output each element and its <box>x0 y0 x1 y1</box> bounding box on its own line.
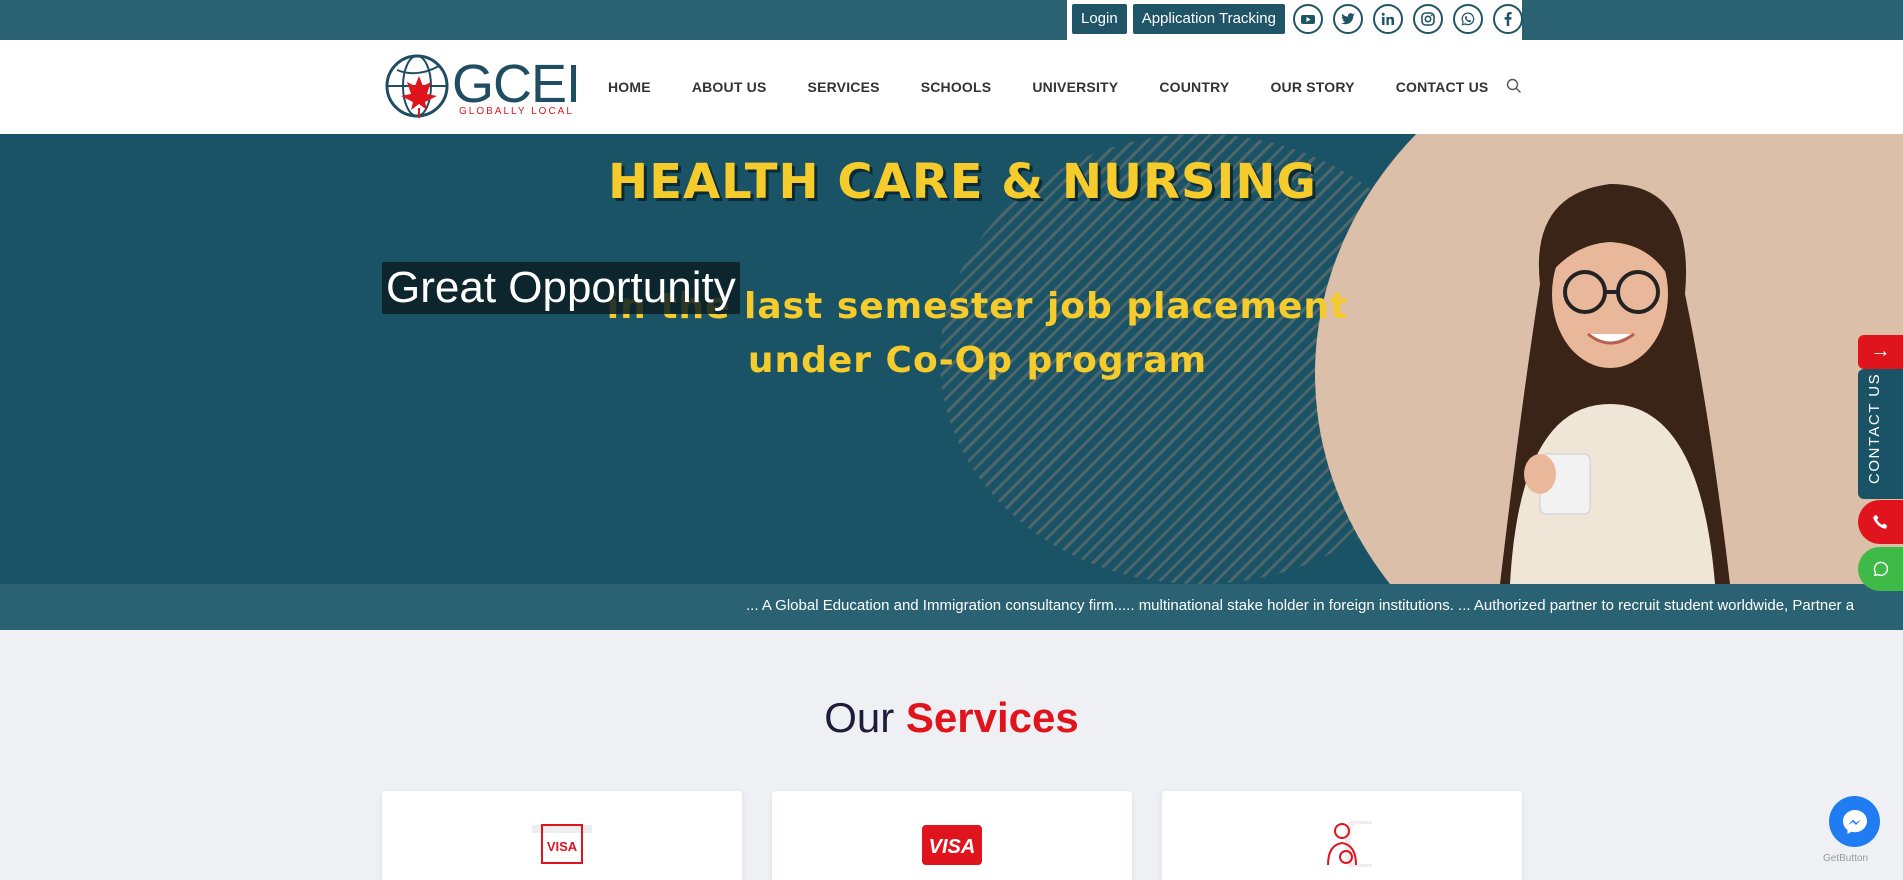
top-actions: Login Application Tracking <box>1072 4 1523 34</box>
nav-schools[interactable]: SCHOOLS <box>921 79 992 95</box>
globe-maple-leaf-icon <box>385 54 449 118</box>
marquee-ticker: ... A Global Education and Immigration c… <box>0 584 1903 630</box>
youtube-icon[interactable] <box>1292 4 1323 34</box>
facebook-icon[interactable] <box>1492 4 1523 34</box>
messenger-icon <box>1842 809 1867 834</box>
services-heading: Our Services <box>0 694 1903 742</box>
service-card-2[interactable]: VISA <box>772 791 1132 880</box>
nav-country[interactable]: COUNTRY <box>1159 79 1229 95</box>
nav-home[interactable]: HOME <box>608 79 651 95</box>
whatsapp-icon[interactable] <box>1452 4 1483 34</box>
float-toggle-arrow[interactable]: → <box>1858 335 1903 369</box>
service-card-1[interactable]: VISA <box>382 791 742 880</box>
application-tracking-button[interactable]: Application Tracking <box>1132 4 1285 34</box>
float-contact-label: CONTACT US <box>1866 372 1883 484</box>
login-button[interactable]: Login <box>1072 4 1127 34</box>
services-heading-prefix: Our <box>824 694 895 741</box>
finance-person-icon <box>1327 821 1372 867</box>
main-nav: HOME ABOUT US SERVICES SCHOOLS UNIVERSIT… <box>608 40 1529 134</box>
service-card-3[interactable] <box>1162 791 1522 880</box>
float-contact-us-tab[interactable]: CONTACT US <box>1858 369 1903 499</box>
nav-our-story[interactable]: OUR STORY <box>1270 79 1354 95</box>
logo-wordmark: GCEI <box>452 54 581 114</box>
float-phone-button[interactable] <box>1858 500 1903 544</box>
svg-text:VISA: VISA <box>547 839 578 854</box>
getbutton-text: GetButton <box>1823 853 1869 864</box>
svg-text:VISA: VISA <box>929 836 976 858</box>
nav-contact-us[interactable]: CONTACT US <box>1396 79 1489 95</box>
linkedin-icon[interactable] <box>1372 4 1403 34</box>
hero-title: HEALTH CARE & NURSING <box>608 154 1317 210</box>
logo[interactable]: GCEI GLOBALLY LOCAL <box>385 54 581 120</box>
hero-banner[interactable]: HEALTH CARE & NURSING in the last semest… <box>0 134 1903 584</box>
top-bar <box>0 0 1903 40</box>
nav-services[interactable]: SERVICES <box>808 79 880 95</box>
social-links <box>1292 4 1523 34</box>
messenger-chat-button[interactable] <box>1829 796 1880 847</box>
hero-subtitle-line-2: under Co-Op program <box>747 340 1208 381</box>
hero-woman-image <box>1500 184 1730 584</box>
instagram-icon[interactable] <box>1412 4 1443 34</box>
services-heading-highlight: Services <box>905 694 1079 741</box>
search-icon[interactable] <box>1506 78 1522 94</box>
phone-icon <box>1872 514 1887 529</box>
nav-about-us[interactable]: ABOUT US <box>692 79 767 95</box>
nav-university[interactable]: UNIVERSITY <box>1032 79 1118 95</box>
main-navbar: GCEI GLOBALLY LOCAL HOME ABOUT US SERVIC… <box>0 40 1903 134</box>
visa-stamp-icon: VISA <box>532 824 592 864</box>
whatsapp-icon <box>1873 561 1888 577</box>
twitter-icon[interactable] <box>1332 4 1363 34</box>
ticker-text: ... A Global Education and Immigration c… <box>746 597 1855 614</box>
logo-tagline: GLOBALLY LOCAL <box>459 106 574 117</box>
float-whatsapp-button[interactable] <box>1858 547 1903 591</box>
hero-caption: Great Opportunity <box>382 262 740 314</box>
getbutton-credit[interactable]: GetButton <box>1823 853 1868 864</box>
visa-card-icon: VISA <box>922 825 982 865</box>
